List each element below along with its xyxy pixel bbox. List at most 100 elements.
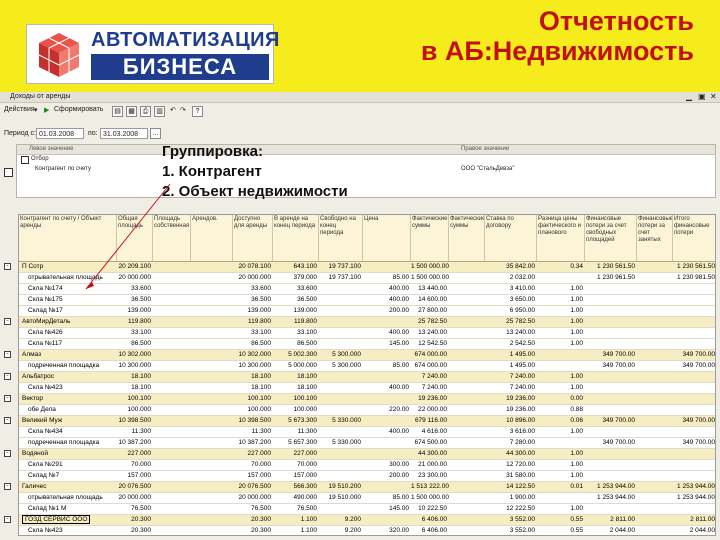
collapse-group-icon[interactable]: − <box>4 516 11 523</box>
report-group-row[interactable]: Вектор 100.100 100.100 100.100 19 236.00 19 2… <box>19 394 715 405</box>
report-column-header[interactable]: Свободно на конец периода <box>319 215 363 261</box>
row-value-cell: 22 000.00 <box>418 406 447 413</box>
row-value-cell: 1 500 000.00 <box>411 274 449 281</box>
row-value-cell <box>153 273 191 283</box>
collapse-group-icon[interactable]: − <box>4 417 11 424</box>
collapse-group-icon[interactable]: − <box>4 351 11 358</box>
run-icon[interactable]: ▶ <box>44 106 49 114</box>
row-value-cell: 227.000 <box>247 450 272 457</box>
row-value-cell <box>449 427 485 437</box>
report-column-header[interactable]: Площадь собственная <box>153 215 191 261</box>
report-column-header[interactable]: Ставка по договору <box>485 215 537 261</box>
report-column-header[interactable]: Финансовые потери за счет занятых <box>637 215 673 261</box>
report-detail-row[interactable]: Скла №426 33.100 33.100 33.100 400.00 13 240.… <box>19 328 715 339</box>
report-detail-row[interactable]: отрывательная площадь 20 000.000 20 000.00… <box>19 273 715 284</box>
row-value-cell: 20.300 <box>251 527 271 534</box>
report-detail-row[interactable]: Склад №1 М 76.500 76.500 76.500 145.00 10 222… <box>19 504 715 515</box>
grouping-checkbox[interactable] <box>4 168 13 177</box>
row-value-cell: 13 440.00 <box>418 285 447 292</box>
row-name: Алмаз <box>19 350 117 360</box>
collapse-group-icon[interactable]: − <box>4 373 11 380</box>
row-value-cell: 44 300.00 <box>418 450 447 457</box>
report-column-header[interactable]: Цена <box>363 215 411 261</box>
report-detail-row[interactable]: Склад №17 139.000 139.000 139.000 200.00 27 8… <box>19 306 715 317</box>
report-column-header[interactable]: Фактические суммы <box>449 215 485 261</box>
report-group-row[interactable]: АвтоМирДеталь 119.800 119.800 119.800 25 782… <box>19 317 715 328</box>
dropdown-arrow-icon[interactable]: ▾ <box>34 106 38 114</box>
report-group-row[interactable]: Водяной 227.000 227.000 227.000 44 300.00 44 … <box>19 449 715 460</box>
collapse-group-icon[interactable]: − <box>4 450 11 457</box>
generate-button[interactable]: Сформировать <box>54 106 103 113</box>
undo-icon[interactable]: ↶ <box>170 106 176 114</box>
filter-row-counterparty[interactable]: Контрагент по счету ООО "СтальДевза" <box>17 165 715 174</box>
row-value-cell <box>449 273 485 283</box>
report-column-header[interactable]: Фактические суммы <box>411 215 449 261</box>
report-settings-icon[interactable]: ▤ <box>112 106 123 117</box>
row-value-cell: 33.600 <box>297 285 317 292</box>
period-select-button[interactable]: … <box>150 128 161 139</box>
group-expand-column: − − − − − − − − − <box>0 214 16 536</box>
save-icon[interactable]: ▥ <box>154 106 165 117</box>
help-icon[interactable]: ? <box>192 106 203 117</box>
filter-checkbox[interactable] <box>21 156 29 164</box>
print-icon[interactable]: ⎙ <box>140 106 151 117</box>
table-icon[interactable]: ▦ <box>126 106 137 117</box>
restore-icon[interactable]: ▣ <box>698 92 706 101</box>
report-group-row[interactable]: Галичес 20 076.500 20 076.500 566.300 19 510… <box>19 482 715 493</box>
row-value-cell <box>637 471 673 481</box>
row-value-cell <box>585 328 637 338</box>
report-detail-row[interactable]: Скла №117 86.500 86.500 86.500 145.00 12 542.… <box>19 339 715 350</box>
report-detail-row[interactable]: Скла №291 70.000 70.000 70.000 300.00 21 000.… <box>19 460 715 471</box>
cubes-logo-icon <box>38 33 80 77</box>
report-detail-row[interactable]: Склад №7 157.000 157.000 157.000 200.00 23 30… <box>19 471 715 482</box>
report-column-header[interactable]: Финансовые потери за счет свободных площ… <box>585 215 637 261</box>
row-value-cell: 1 500 000.00 <box>411 263 449 270</box>
report-group-row[interactable]: П Сотр 20 209.100 20 078.100 643.100 19 737.… <box>19 262 715 273</box>
minimize-icon[interactable]: ▁ <box>686 92 692 101</box>
actions-menu[interactable]: Действия <box>4 106 35 113</box>
collapse-group-icon[interactable]: − <box>4 395 11 402</box>
report-column-header[interactable]: Итого финансовые потери <box>673 215 715 261</box>
redo-icon[interactable]: ↷ <box>180 106 186 114</box>
row-value-cell: 1.00 <box>570 373 583 380</box>
row-value-cell <box>153 416 191 426</box>
report-group-row[interactable]: Альбатрос 18.100 18.100 18.100 7 240.00 7 240… <box>19 372 715 383</box>
report-detail-row[interactable]: Скла №174 33.600 33.600 33.600 400.00 13 440.… <box>19 284 715 295</box>
filter-row-label: Контрагент по счету <box>35 166 91 172</box>
row-value-cell: 100.100 <box>293 395 318 402</box>
period-from-field[interactable]: 01.03.2008 <box>36 128 84 139</box>
row-value-cell: 85.00 <box>392 362 409 369</box>
report-column-header[interactable]: Арендов. <box>191 215 233 261</box>
report-detail-row[interactable]: Скла №434 11.300 11.300 11.300 400.00 4 616.0… <box>19 427 715 438</box>
row-value-cell: 19 737.100 <box>328 263 361 270</box>
report-detail-row[interactable]: подреченная площадка 10 300.000 10 300.000… <box>19 361 715 372</box>
period-to-field[interactable]: 31.03.2008 <box>100 128 148 139</box>
report-detail-row[interactable]: Скла №175 36.500 36.500 36.500 400.00 14 600.… <box>19 295 715 306</box>
close-icon[interactable]: ✕ <box>710 92 717 101</box>
report-group-row[interactable]: Алмаз 10 302.000 10 302.000 5 002.300 5 300.… <box>19 350 715 361</box>
row-value-cell <box>153 504 191 514</box>
row-value-cell: 1 253 944.00 <box>677 494 715 501</box>
report-column-header[interactable]: Общая площадь <box>117 215 153 261</box>
report-detail-row[interactable]: отрывательная площадь 20 000.000 20 000.00… <box>19 493 715 504</box>
collapse-group-icon[interactable]: − <box>4 483 11 490</box>
report-column-header[interactable]: Разница цены фактического и планового <box>537 215 585 261</box>
row-value-cell <box>585 284 637 294</box>
row-value-cell <box>449 493 485 503</box>
report-column-header[interactable]: В аренде на конец периода <box>273 215 319 261</box>
report-column-header[interactable]: Доступно для аренды <box>233 215 273 261</box>
report-detail-row[interactable]: обе Дела 100.000 100.000 100.000 220.00 22 00… <box>19 405 715 416</box>
row-value-cell: 1.00 <box>570 384 583 391</box>
row-value-cell: 33.600 <box>131 285 151 292</box>
report-detail-row[interactable]: Скла №423 18.100 18.100 18.100 400.00 7 240.0… <box>19 383 715 394</box>
row-value-cell: 20 000.000 <box>118 494 151 501</box>
filter-row-selection[interactable]: Отбор <box>17 155 715 164</box>
collapse-group-icon[interactable]: − <box>4 263 11 270</box>
collapse-group-icon[interactable]: − <box>4 318 11 325</box>
row-value-cell: 379.000 <box>293 274 318 281</box>
report-group-row[interactable]: ГОЗД СЕРВИС ООО 20.300 20.300 1.100 9.200 6 4… <box>19 515 715 526</box>
report-detail-row[interactable]: подреченная площадка 10 387.200 10 387.200… <box>19 438 715 449</box>
report-detail-row[interactable]: Скла №423 20.300 20.300 1.100 9.200 320.00 6 4… <box>19 526 715 535</box>
report-column-header[interactable]: Контрагент по счету / Объект аренды <box>19 215 117 261</box>
report-group-row[interactable]: Великий Муж 10 398.500 10 398.500 5 673.300… <box>19 416 715 427</box>
